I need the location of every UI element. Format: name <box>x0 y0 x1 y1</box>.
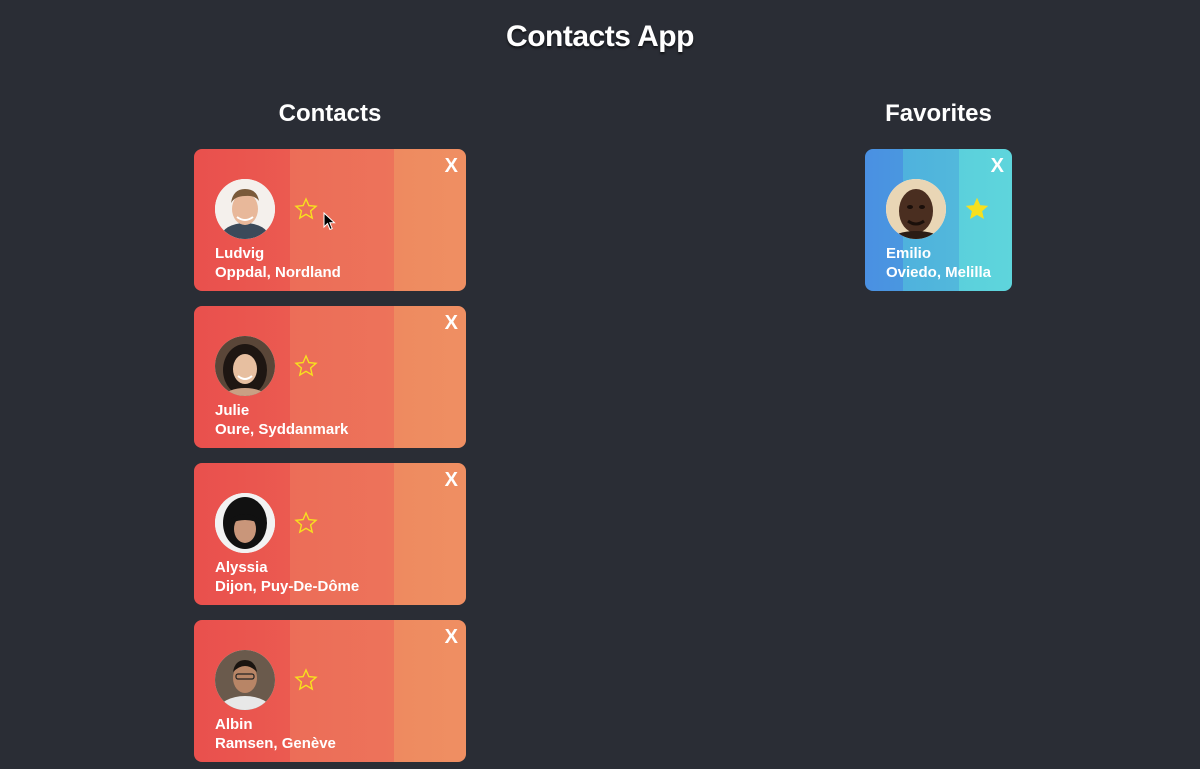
contact-card-alyssia: X Alyssia Dijon, Puy-De-Dôme <box>194 463 466 605</box>
contact-location: Oppdal, Nordland <box>215 264 341 281</box>
contacts-app: Contacts App Contacts Favorites X Ludvig… <box>0 0 1200 769</box>
contact-location: Oure, Syddanmark <box>215 421 349 438</box>
close-icon[interactable]: X <box>445 469 458 491</box>
avatar <box>215 336 275 396</box>
avatar <box>215 650 275 710</box>
favorite-card-emilio: X Emilio Oviedo, Melilla <box>865 149 1012 291</box>
star-outline-icon[interactable] <box>294 511 318 535</box>
contact-location: Dijon, Puy-De-Dôme <box>215 578 360 595</box>
contact-name: Julie <box>215 402 250 419</box>
favorite-name: Emilio <box>886 245 932 262</box>
contact-name: Alyssia <box>215 559 268 576</box>
cursor-icon <box>323 212 336 231</box>
avatar <box>886 179 946 239</box>
app-title: Contacts App <box>506 20 694 53</box>
contact-name: Ludvig <box>215 245 265 262</box>
star-filled-icon[interactable] <box>965 197 989 221</box>
contact-card-albin: X Albin Ramsen, Genève <box>194 620 466 762</box>
favorite-location: Oviedo, Melilla <box>886 264 992 281</box>
contact-location: Ramsen, Genève <box>215 735 336 752</box>
star-outline-icon[interactable] <box>294 197 318 221</box>
close-icon[interactable]: X <box>445 626 458 648</box>
avatar <box>215 179 275 239</box>
favorites-heading: Favorites <box>885 100 992 127</box>
star-outline-icon[interactable] <box>294 668 318 692</box>
close-icon[interactable]: X <box>991 155 1004 177</box>
close-icon[interactable]: X <box>445 155 458 177</box>
star-outline-icon[interactable] <box>294 354 318 378</box>
contact-name: Albin <box>215 716 253 733</box>
avatar <box>215 493 275 553</box>
close-icon[interactable]: X <box>445 312 458 334</box>
contact-card-julie: X Julie Oure, Syddanmark <box>194 306 466 448</box>
contacts-heading: Contacts <box>278 100 382 127</box>
